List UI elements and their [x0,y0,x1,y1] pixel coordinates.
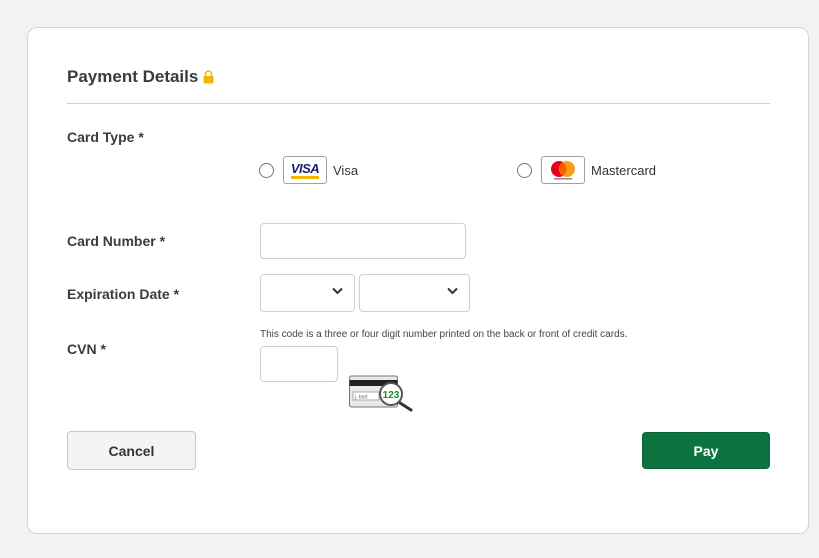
visa-option[interactable]: VISA Visa [259,156,358,184]
visa-radio[interactable] [259,162,274,178]
chevron-down-icon [332,287,343,295]
visa-label: Visa [333,162,359,178]
expiration-date-label: Expiration Date * [67,286,180,302]
mastercard-logo-icon [541,156,585,184]
card-number-label: Card Number * [67,233,166,249]
cvv-card-magnifier-icon: j. bort 123 [349,375,413,412]
page-title: Payment Details [67,67,214,87]
expiration-month-select[interactable] [260,274,355,312]
cvv-illustration-digits: 123 [383,390,400,401]
cvn-input[interactable] [260,346,338,382]
page-title-text: Payment Details [67,67,199,86]
cancel-button[interactable]: Cancel [67,431,196,470]
expiration-year-select[interactable] [359,274,470,312]
mastercard-label: Mastercard [591,162,657,178]
cvn-hint: This code is a three or four digit numbe… [260,329,628,340]
title-divider [67,103,770,104]
mastercard-radio[interactable] [517,162,532,178]
cvn-label: CVN * [67,341,106,357]
chevron-down-icon [447,287,458,295]
pay-button[interactable]: Pay [642,432,770,469]
svg-text:j. bort: j. bort [354,395,368,401]
card-type-label: Card Type * [67,129,144,145]
visa-logo-icon: VISA [283,156,327,184]
mastercard-option[interactable]: Mastercard [517,156,656,184]
lock-icon [203,70,214,84]
card-number-input[interactable] [260,223,466,259]
payment-card: Payment Details Card Type * VISA Visa Ma… [27,27,809,534]
